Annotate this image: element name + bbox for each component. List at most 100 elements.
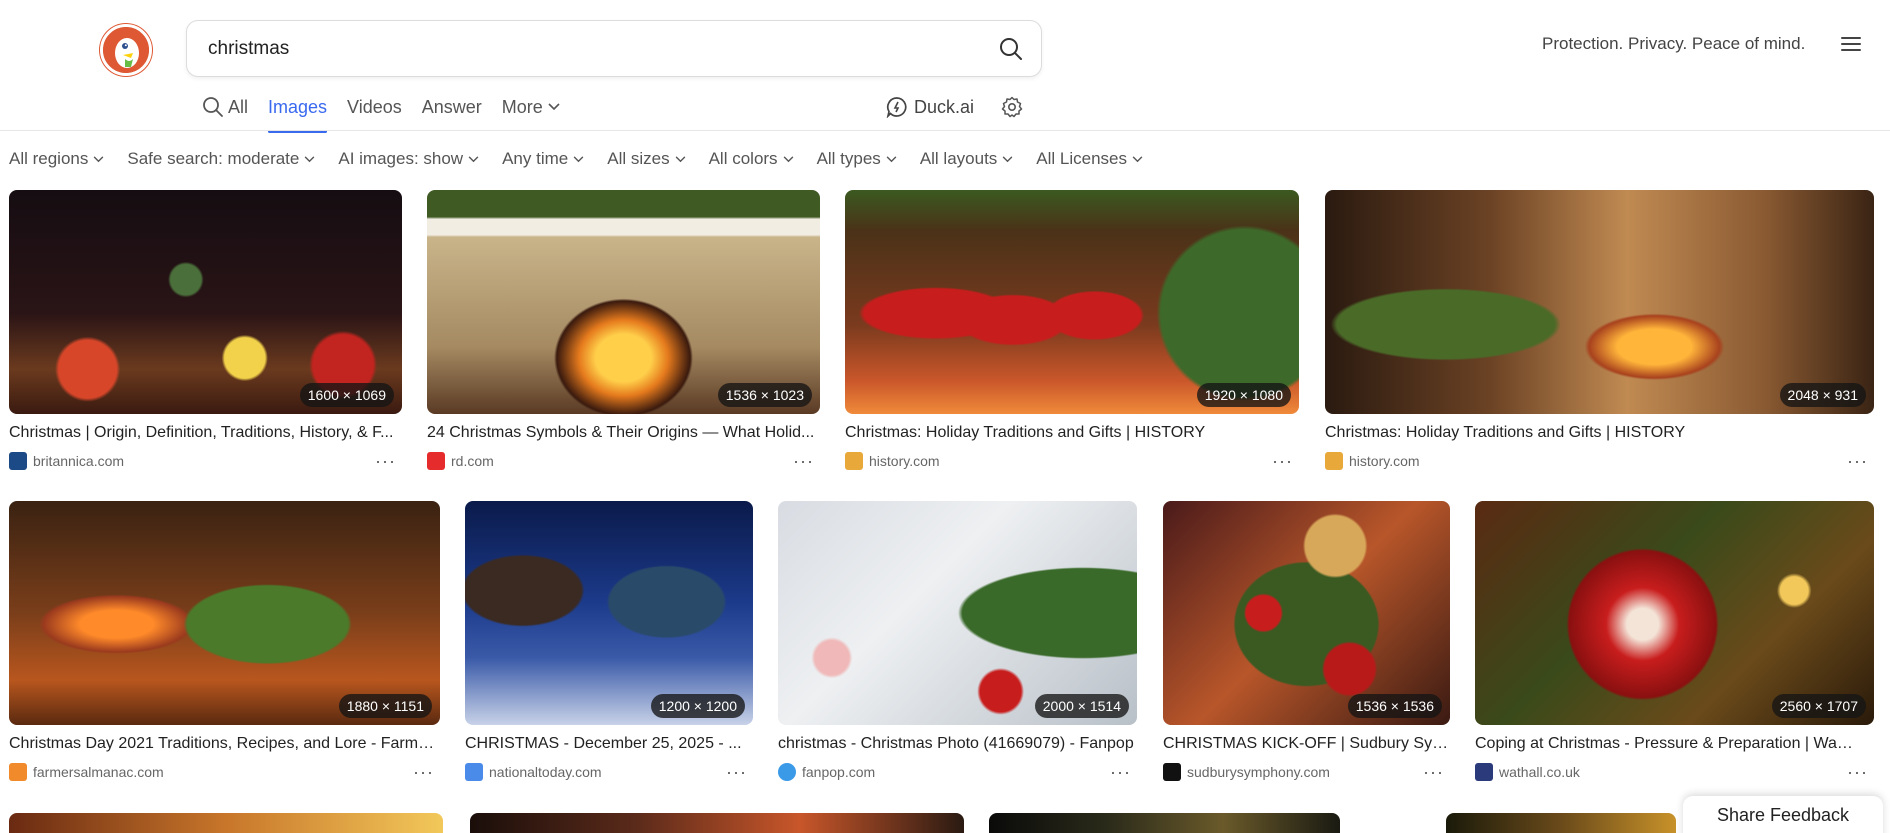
image-result: 2560 × 1707 Coping at Christmas - Pressu… bbox=[1475, 501, 1874, 783]
image-dimensions: 1920 × 1080 bbox=[1196, 383, 1291, 407]
image-result: 1600 × 1069 Christmas | Origin, Definiti… bbox=[9, 190, 402, 472]
image-thumbnail[interactable]: 2560 × 1707 bbox=[1475, 501, 1874, 725]
tab-images[interactable]: Images bbox=[268, 96, 328, 133]
chevron-down-icon bbox=[783, 155, 793, 162]
history-favicon-icon bbox=[845, 452, 863, 470]
chat-bubble-icon bbox=[886, 97, 907, 118]
filter-label: All colors bbox=[708, 149, 778, 168]
image-source[interactable]: fanpop.com bbox=[778, 763, 875, 781]
filter-safe-search[interactable]: Safe search: moderate bbox=[127, 149, 315, 169]
tab-videos[interactable]: Videos bbox=[347, 96, 402, 118]
image-title[interactable]: christmas - Christmas Photo (41669079) -… bbox=[778, 735, 1137, 753]
image-thumbnail[interactable]: 2048 × 931 bbox=[1325, 190, 1874, 414]
more-options-icon[interactable]: ··· bbox=[793, 452, 814, 470]
filter-time[interactable]: Any time bbox=[502, 149, 584, 169]
chevron-down-icon bbox=[675, 155, 685, 162]
filter-size[interactable]: All sizes bbox=[607, 149, 685, 169]
rd-favicon-icon bbox=[427, 452, 445, 470]
image-thumbnail[interactable]: 1880 × 1151 bbox=[9, 501, 440, 725]
hamburger-menu-icon[interactable] bbox=[1840, 33, 1862, 55]
image-source[interactable]: rd.com bbox=[427, 452, 494, 470]
tab-all-label: All bbox=[228, 96, 249, 117]
image-title[interactable]: Christmas: Holiday Traditions and Gifts … bbox=[845, 424, 1299, 442]
duckduckgo-logo[interactable] bbox=[100, 24, 152, 76]
image-thumbnail[interactable] bbox=[470, 813, 964, 833]
image-source[interactable]: farmersalmanac.com bbox=[9, 763, 164, 781]
image-title[interactable]: Christmas | Origin, Definition, Traditio… bbox=[9, 424, 402, 442]
history-favicon-icon bbox=[1325, 452, 1343, 470]
image-title[interactable]: 24 Christmas Symbols & Their Origins — W… bbox=[427, 424, 820, 442]
duck-ai-link[interactable]: Duck.ai bbox=[886, 96, 974, 118]
image-dimensions: 1880 × 1151 bbox=[338, 694, 432, 718]
more-options-icon[interactable]: ··· bbox=[1847, 763, 1868, 781]
filter-label: All types bbox=[816, 149, 881, 168]
more-options-icon[interactable]: ··· bbox=[1110, 763, 1131, 781]
tab-all[interactable]: All bbox=[202, 96, 248, 118]
image-title[interactable]: Coping at Christmas - Pressure & Prepara… bbox=[1475, 735, 1855, 753]
image-source[interactable]: history.com bbox=[845, 452, 940, 470]
image-title[interactable]: CHRISTMAS - December 25, 2025 - ... bbox=[465, 735, 753, 753]
tab-more-label: More bbox=[501, 96, 543, 117]
filter-ai-images[interactable]: AI images: show bbox=[338, 149, 479, 169]
search-icon bbox=[203, 97, 223, 117]
tab-videos-label: Videos bbox=[347, 96, 402, 117]
source-domain: rd.com bbox=[451, 453, 494, 469]
source-domain: wathall.co.uk bbox=[1499, 764, 1580, 780]
image-source[interactable]: sudburysymphony.com bbox=[1163, 763, 1330, 781]
tab-more[interactable]: More bbox=[502, 96, 564, 118]
chevron-down-icon bbox=[1002, 155, 1013, 162]
filter-color[interactable]: All colors bbox=[709, 149, 794, 169]
image-dimensions: 1600 × 1069 bbox=[299, 383, 394, 407]
image-thumbnail[interactable]: 1200 × 1200 bbox=[465, 501, 753, 725]
image-source[interactable]: wathall.co.uk bbox=[1475, 763, 1580, 781]
image-thumbnail[interactable]: 1600 × 1069 bbox=[9, 190, 402, 414]
source-domain: fanpop.com bbox=[802, 764, 876, 780]
filter-layout[interactable]: All layouts bbox=[920, 149, 1013, 169]
image-source[interactable]: britannica.com bbox=[9, 452, 124, 470]
header-divider bbox=[0, 130, 1890, 131]
image-title[interactable]: Christmas Day 2021 Traditions, Recipes, … bbox=[9, 735, 440, 753]
source-domain: history.com bbox=[1349, 453, 1420, 469]
image-thumbnail[interactable] bbox=[9, 813, 443, 833]
more-options-icon[interactable]: ··· bbox=[375, 452, 396, 470]
filter-type[interactable]: All types bbox=[817, 149, 897, 169]
chevron-down-icon bbox=[94, 155, 104, 162]
image-thumbnail[interactable]: 1536 × 1023 bbox=[427, 190, 820, 414]
tab-answer-label: Answer bbox=[421, 96, 482, 117]
image-title[interactable]: CHRISTMAS KICK-OFF | Sudbury Sym... bbox=[1163, 735, 1450, 753]
more-options-icon[interactable]: ··· bbox=[726, 763, 747, 781]
more-options-icon[interactable]: ··· bbox=[1272, 452, 1293, 470]
image-thumbnail[interactable]: 1920 × 1080 bbox=[845, 190, 1299, 414]
chevron-down-icon bbox=[468, 155, 479, 162]
duck-icon bbox=[103, 27, 149, 73]
image-result: 1920 × 1080 Christmas: Holiday Tradition… bbox=[845, 190, 1299, 472]
fanpop-favicon-icon bbox=[778, 763, 796, 781]
filter-license[interactable]: All Licenses bbox=[1036, 149, 1143, 169]
source-domain: history.com bbox=[869, 453, 940, 469]
filter-bar: All regions Safe search: moderate AI ima… bbox=[9, 148, 1166, 170]
image-source[interactable]: history.com bbox=[1325, 452, 1420, 470]
image-title[interactable]: Christmas: Holiday Traditions and Gifts … bbox=[1325, 424, 1874, 442]
wathall-favicon-icon bbox=[1475, 763, 1493, 781]
image-thumbnail[interactable]: 1536 × 1536 bbox=[1163, 501, 1450, 725]
image-dimensions: 2000 × 1514 bbox=[1034, 694, 1129, 718]
search-input[interactable] bbox=[208, 37, 968, 60]
chevron-down-icon bbox=[1132, 155, 1143, 162]
britannica-favicon-icon bbox=[9, 452, 27, 470]
more-options-icon[interactable]: ··· bbox=[1423, 763, 1444, 781]
image-result: 1880 × 1151 Christmas Day 2021 Tradition… bbox=[9, 501, 440, 783]
image-source[interactable]: nationaltoday.com bbox=[465, 763, 602, 781]
search-icon[interactable] bbox=[997, 35, 1025, 63]
filter-region[interactable]: All regions bbox=[9, 149, 104, 169]
more-options-icon[interactable]: ··· bbox=[1847, 452, 1868, 470]
image-thumbnail[interactable] bbox=[1446, 813, 1676, 833]
share-feedback-button[interactable]: Share Feedback bbox=[1683, 796, 1883, 833]
image-thumbnail[interactable]: 2000 × 1514 bbox=[778, 501, 1137, 725]
search-box bbox=[186, 20, 1042, 77]
tab-answer[interactable]: Answer bbox=[422, 96, 482, 118]
image-result: 1536 × 1023 24 Christmas Symbols & Their… bbox=[427, 190, 820, 472]
image-thumbnail[interactable] bbox=[989, 813, 1340, 833]
gear-icon[interactable] bbox=[1001, 96, 1023, 118]
more-options-icon[interactable]: ··· bbox=[413, 763, 434, 781]
tagline: Protection. Privacy. Peace of mind. bbox=[1542, 34, 1806, 53]
